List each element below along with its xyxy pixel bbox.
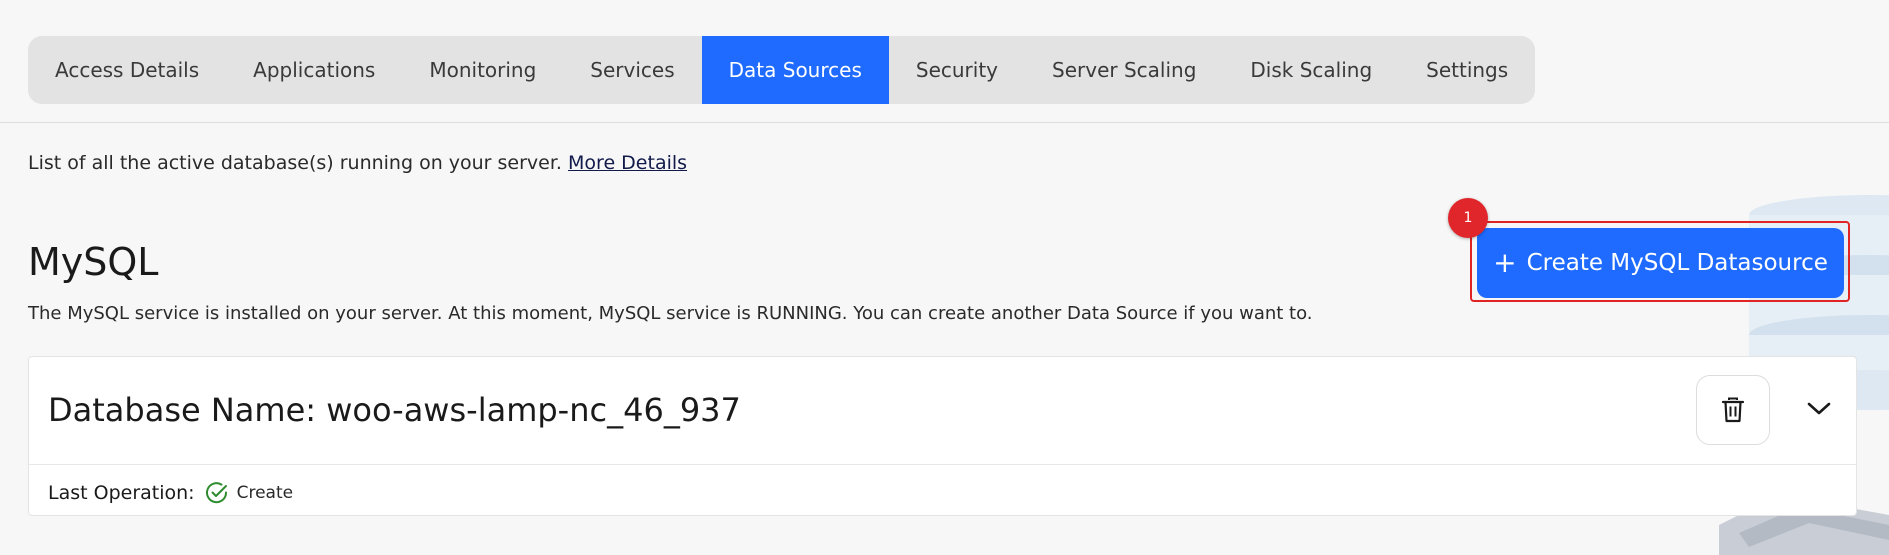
tab-data-sources[interactable]: Data Sources — [701, 36, 889, 104]
header-divider — [0, 122, 1889, 123]
expand-database-button[interactable] — [1799, 389, 1839, 429]
tab-monitoring[interactable]: Monitoring — [402, 36, 563, 104]
create-mysql-datasource-button[interactable]: + Create MySQL Datasource — [1477, 228, 1844, 298]
last-operation-label: Last Operation: — [48, 482, 195, 504]
trash-icon — [1721, 397, 1745, 423]
database-card: Database Name: woo-aws-lamp-nc_46_937 La… — [28, 356, 1857, 516]
tab-settings[interactable]: Settings — [1399, 36, 1535, 104]
intro-description: List of all the active database(s) runni… — [28, 152, 562, 174]
page: Access Details Applications Monitoring S… — [0, 0, 1889, 555]
more-details-link[interactable]: More Details — [568, 152, 687, 174]
check-circle-icon — [205, 482, 227, 504]
tab-disk-scaling[interactable]: Disk Scaling — [1223, 36, 1399, 104]
plus-icon: + — [1493, 246, 1517, 279]
last-operation-value: Create — [236, 483, 294, 503]
section-description: The MySQL service is installed on your s… — [28, 303, 1313, 324]
database-name: Database Name: woo-aws-lamp-nc_46_937 — [48, 391, 741, 429]
tab-applications[interactable]: Applications — [226, 36, 402, 104]
tab-security[interactable]: Security — [889, 36, 1025, 104]
chevron-down-icon — [1807, 402, 1831, 415]
last-operation-status: Create — [205, 481, 294, 505]
tab-bar: Access Details Applications Monitoring S… — [28, 36, 1536, 104]
delete-database-button[interactable] — [1696, 375, 1770, 445]
create-button-label: Create MySQL Datasource — [1526, 250, 1828, 276]
intro-text: List of all the active database(s) runni… — [28, 152, 687, 174]
tab-server-scaling[interactable]: Server Scaling — [1025, 36, 1223, 104]
tab-access-details[interactable]: Access Details — [28, 36, 226, 104]
last-operation: Last Operation: Create — [48, 481, 293, 505]
section-title: MySQL — [28, 240, 159, 284]
tab-services[interactable]: Services — [563, 36, 701, 104]
step-badge: 1 — [1448, 198, 1488, 238]
database-card-header: Database Name: woo-aws-lamp-nc_46_937 — [29, 357, 1856, 465]
